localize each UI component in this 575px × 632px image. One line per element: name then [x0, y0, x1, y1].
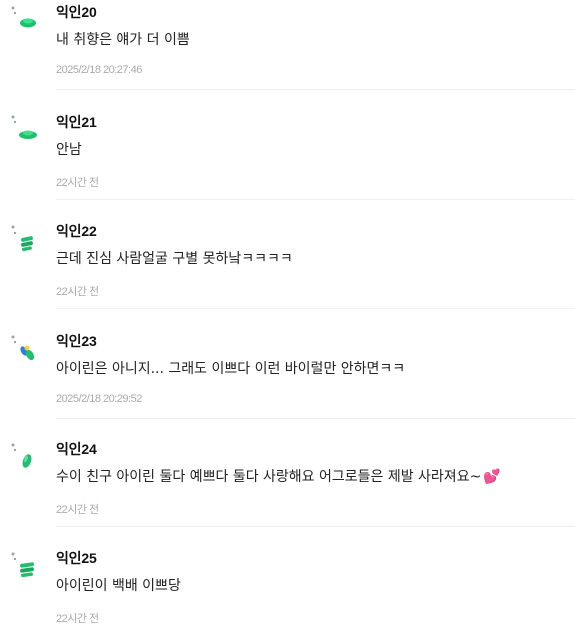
comment-text-content: 근데 진심 사람얼굴 구별 못하낰ㅋㅋㅋㅋ — [56, 251, 293, 267]
comment-text-content: 아이린이 백배 이쁘당 — [56, 578, 181, 594]
comment-author[interactable]: 익인22 — [56, 221, 97, 241]
comment-timestamp: 22시간 전 — [56, 286, 99, 298]
divider — [56, 418, 575, 419]
avatar-icon[interactable] — [10, 331, 44, 365]
comment-author[interactable]: 익인20 — [56, 2, 97, 22]
comment-timestamp: 22시간 전 — [56, 504, 99, 516]
avatar-icon[interactable] — [10, 2, 44, 36]
divider — [56, 526, 575, 527]
comment-text: 내 취향은 얘가 더 이쁨 — [56, 29, 190, 49]
comment-text-content: 아이린은 아니지... 그래도 이쁘다 이런 바이럴만 안하면ㅋㅋ — [56, 361, 406, 377]
comment-author[interactable]: 익인23 — [56, 331, 97, 351]
comment-author[interactable]: 익인25 — [56, 548, 97, 568]
comment-timestamp: 22시간 전 — [56, 177, 99, 189]
avatar-icon[interactable] — [10, 439, 44, 473]
comment-text: 안남 — [56, 139, 82, 159]
comment-author[interactable]: 익인24 — [56, 439, 97, 459]
divider — [56, 199, 575, 200]
divider — [56, 308, 575, 309]
comment-text-content: 내 취향은 얘가 더 이쁨 — [56, 32, 190, 48]
comment-text: 수이 친구 아이린 둘다 예쁘다 둘다 사랑해요 어그로들은 제발 사라져요~ 💕 — [56, 466, 501, 486]
comment-text-content: 수이 친구 아이린 둘다 예쁘다 둘다 사랑해요 어그로들은 제발 사라져요~ — [56, 469, 482, 485]
comment-author[interactable]: 익인21 — [56, 112, 97, 132]
divider — [56, 89, 575, 90]
comment-text: 아이린은 아니지... 그래도 이쁘다 이런 바이럴만 안하면ㅋㅋ — [56, 358, 405, 378]
comment-text-content: 안남 — [56, 142, 82, 158]
comment-timestamp: 2025/2/18 20:27:46 — [56, 64, 142, 76]
comment-timestamp: 22시간 전 — [56, 613, 99, 625]
two-hearts-icon: 💕 — [483, 469, 501, 485]
comment-text: 아이린이 백배 이쁘당 — [56, 575, 181, 595]
comment-timestamp: 2025/2/18 20:29:52 — [56, 393, 142, 405]
comment-text: 근데 진심 사람얼굴 구별 못하낰ㅋㅋㅋㅋ — [56, 248, 293, 268]
avatar-icon[interactable] — [10, 112, 44, 146]
avatar-icon[interactable] — [10, 548, 44, 582]
avatar-icon[interactable] — [10, 221, 44, 255]
